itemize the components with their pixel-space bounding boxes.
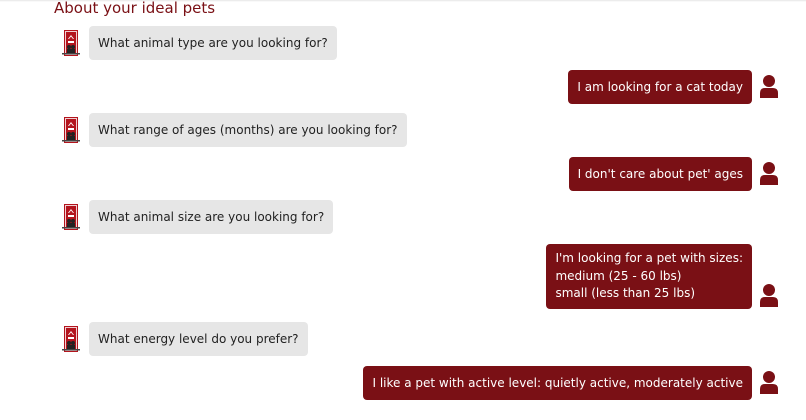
user-message: I am looking for a cat today: [568, 70, 752, 104]
user-message-line: medium (25 - 60 lbs): [555, 268, 682, 283]
bot-message: What range of ages (months) are you look…: [89, 113, 407, 147]
user-message-line: small (less than 25 lbs): [555, 286, 696, 300]
user-icon: [760, 162, 778, 185]
pet-shelter-logo-icon: [62, 326, 80, 352]
bot-message: What animal size are you looking for?: [89, 200, 334, 234]
user-message: I like a pet with active level: quietly …: [363, 366, 752, 400]
user-message-line: I'm looking for a pet with sizes:: [555, 251, 743, 265]
pet-shelter-logo-icon: [62, 30, 80, 56]
user-icon: [760, 75, 778, 98]
pet-shelter-logo-icon: [62, 117, 80, 143]
bot-message: What animal type are you looking for?: [89, 26, 337, 60]
user-icon: [760, 284, 778, 307]
chat-page: About your ideal pets What animal type a…: [0, 0, 806, 420]
user-icon: [760, 371, 778, 394]
pet-shelter-logo-icon: [62, 204, 80, 230]
bot-message: What energy level do you prefer?: [89, 322, 308, 356]
user-message: I don't care about pet' ages: [568, 157, 752, 191]
page-title: About your ideal pets: [54, 0, 216, 17]
user-message: I'm looking for a pet with sizes: medium…: [546, 244, 752, 309]
